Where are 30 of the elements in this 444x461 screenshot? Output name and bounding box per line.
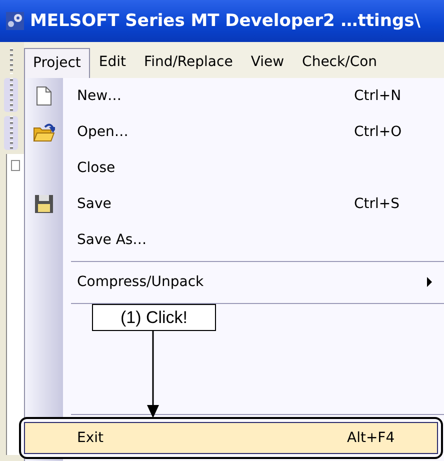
shortcut-text: Ctrl+O <box>354 124 403 140</box>
menu-item-label: Exit <box>77 430 105 446</box>
menu-item[interactable]: Close <box>25 150 444 186</box>
menu-item-label: Close <box>77 160 116 176</box>
window-title: MELSOFT Series MT Developer2 …ttings\ <box>30 11 420 31</box>
menu-item-label: Open… <box>77 124 130 140</box>
menu-bar-item[interactable]: Find/Replace <box>135 47 242 78</box>
menu-item[interactable]: Save Ctrl+S <box>25 186 444 222</box>
shortcut-text: Ctrl+N <box>354 88 402 104</box>
menu-bar-item[interactable]: Check/Con <box>293 47 386 78</box>
toolbar-grip[interactable] <box>4 78 18 112</box>
shortcut-text: Ctrl+S <box>354 196 401 212</box>
shortcut-text: Alt+F4 <box>347 430 396 446</box>
menu-item-label: Save As… <box>77 232 148 248</box>
menu-bar-item[interactable]: Project <box>24 48 90 78</box>
expander-icon[interactable] <box>11 160 20 171</box>
folder-icon <box>33 122 55 142</box>
menu-item[interactable]: Exit Alt+F4 <box>24 422 438 454</box>
menu-item-label: New… <box>77 88 123 104</box>
menu-item[interactable]: Compress/Unpack <box>25 264 444 300</box>
callout-label: (1) Click! <box>92 304 216 331</box>
menu-item[interactable]: Open… Ctrl+O <box>25 114 444 150</box>
toolbar-grip[interactable] <box>4 116 18 150</box>
menu-bar-item[interactable]: View <box>242 47 294 78</box>
menu-item[interactable]: New… Ctrl+N <box>25 78 444 114</box>
menu-item[interactable]: Save As… <box>25 222 444 258</box>
document-icon <box>36 86 52 106</box>
menu-item-label: Save <box>77 196 112 212</box>
menu-item-label: Compress/Unpack <box>77 274 205 290</box>
menu-bar-item[interactable]: Edit <box>90 47 136 78</box>
